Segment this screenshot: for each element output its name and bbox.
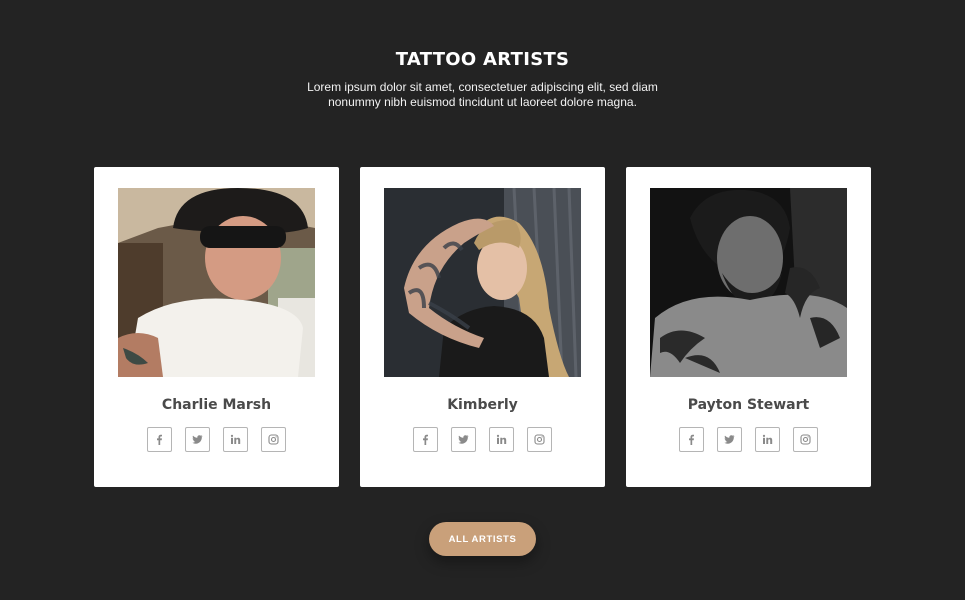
- instagram-icon[interactable]: [793, 427, 818, 452]
- all-artists-button[interactable]: ALL ARTISTS: [429, 522, 536, 556]
- twitter-icon[interactable]: [717, 427, 742, 452]
- linkedin-icon[interactable]: [223, 427, 248, 452]
- section-title: TATTOO ARTISTS: [395, 49, 570, 70]
- social-links: [360, 427, 605, 452]
- artist-name: Payton Stewart: [687, 397, 810, 413]
- artist-photo: [118, 188, 315, 377]
- facebook-icon[interactable]: [413, 427, 438, 452]
- linkedin-icon[interactable]: [489, 427, 514, 452]
- artist-cards: Charlie Marsh Kimberly Payton Stewart: [94, 167, 871, 487]
- artist-photo: [650, 188, 847, 377]
- facebook-icon[interactable]: [147, 427, 172, 452]
- artist-name: Charlie Marsh: [161, 397, 272, 413]
- twitter-icon[interactable]: [451, 427, 476, 452]
- artist-photo-image: [384, 188, 581, 377]
- facebook-icon[interactable]: [679, 427, 704, 452]
- artist-card: Payton Stewart: [626, 167, 871, 487]
- artist-photo: [384, 188, 581, 377]
- instagram-icon[interactable]: [261, 427, 286, 452]
- artist-name: Kimberly: [447, 397, 518, 413]
- linkedin-icon[interactable]: [755, 427, 780, 452]
- social-links: [94, 427, 339, 452]
- instagram-icon[interactable]: [527, 427, 552, 452]
- artist-photo-image: [650, 188, 847, 377]
- artist-card: Kimberly: [360, 167, 605, 487]
- twitter-icon[interactable]: [185, 427, 210, 452]
- artist-card: Charlie Marsh: [94, 167, 339, 487]
- artist-photo-image: [118, 188, 315, 377]
- social-links: [626, 427, 871, 452]
- section-description: Lorem ipsum dolor sit amet, consectetuer…: [307, 80, 658, 109]
